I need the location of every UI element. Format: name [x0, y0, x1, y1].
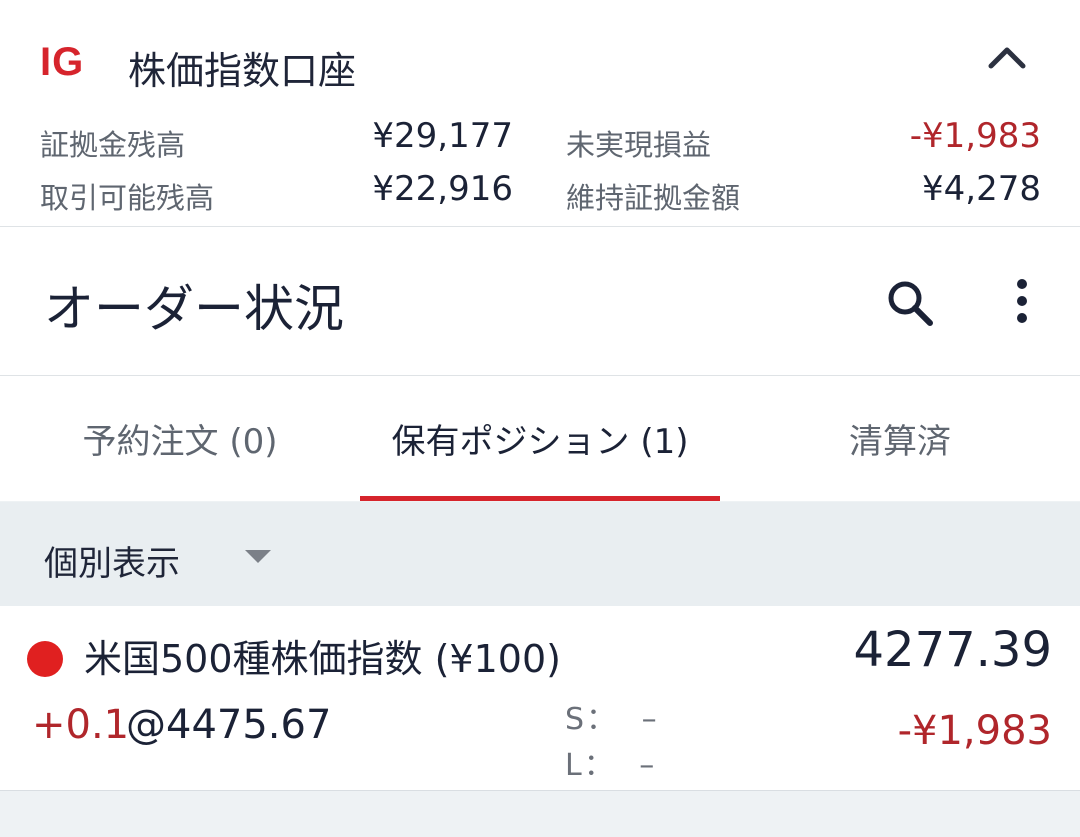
- view-filter[interactable]: 個別表示: [0, 502, 1080, 606]
- stop-label: S：: [565, 702, 619, 737]
- stop-value: –: [641, 702, 659, 737]
- tab-closed[interactable]: 清算済: [720, 376, 1080, 501]
- limit-row: L： –: [565, 740, 656, 784]
- unrealized-pl-label: 未実現損益: [566, 128, 712, 162]
- limit-label: L：: [565, 748, 616, 783]
- unrealized-pl-value: -¥1,983: [909, 116, 1041, 156]
- margin-balance-label: 証拠金残高: [40, 128, 186, 162]
- page-title: オーダー状況: [44, 280, 344, 338]
- direction-dot-icon: [27, 641, 63, 677]
- tab-open-positions[interactable]: 保有ポジション (1): [360, 376, 720, 501]
- current-price: 4277.39: [853, 622, 1053, 678]
- position-pl: -¥1,983: [897, 708, 1052, 754]
- margin-balance-value: ¥29,177: [372, 116, 513, 156]
- caret-down-icon[interactable]: [245, 550, 271, 563]
- more-vertical-icon[interactable]: [1008, 277, 1036, 333]
- available-balance-value: ¥22,916: [372, 169, 513, 209]
- maintenance-margin-value: ¥4,278: [922, 169, 1041, 209]
- limit-value: –: [639, 748, 657, 783]
- account-summary: IG 株価指数口座 証拠金残高 ¥29,177 未実現損益 -¥1,983 取引…: [0, 0, 1080, 227]
- search-icon[interactable]: [884, 277, 936, 333]
- available-balance-label: 取引可能残高: [40, 181, 215, 215]
- view-filter-label: 個別表示: [44, 544, 180, 584]
- position-size: +0.1: [32, 702, 130, 748]
- instrument-name: 米国500種株価指数 (¥100): [84, 637, 561, 681]
- page-header: オーダー状況: [0, 227, 1080, 376]
- active-tab-indicator: [360, 496, 720, 501]
- stop-row: S： –: [565, 694, 659, 738]
- open-price: @4475.67: [126, 702, 332, 748]
- ig-logo: IG: [40, 40, 85, 84]
- position-row[interactable]: 米国500種株価指数 (¥100) 4277.39 +0.1 @4475.67 …: [0, 606, 1080, 791]
- maintenance-margin-label: 維持証拠金額: [566, 181, 741, 215]
- tab-bar: 予約注文 (0) 保有ポジション (1) 清算済: [0, 376, 1080, 501]
- chevron-up-icon[interactable]: [985, 40, 1029, 74]
- tab-pending-orders[interactable]: 予約注文 (0): [0, 376, 360, 501]
- account-title: 株価指数口座: [128, 49, 357, 93]
